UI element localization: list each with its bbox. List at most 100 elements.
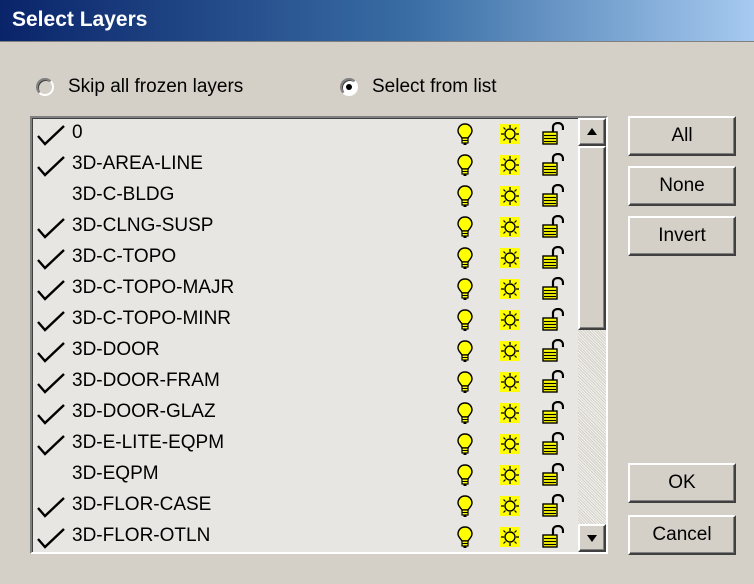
cancel-button[interactable]: Cancel <box>628 515 736 555</box>
light-bulb-icon[interactable] <box>456 184 474 208</box>
layer-row[interactable]: 3D-DOOR-FRAM <box>32 366 576 397</box>
skip-frozen-radio-option[interactable]: Skip all frozen layers <box>36 72 243 102</box>
checkmark-icon <box>36 496 66 518</box>
layer-row[interactable]: 3D-FLOR-OTLN <box>32 521 576 552</box>
layer-name: 3D-EQPM <box>72 463 159 484</box>
checkmark-icon <box>36 341 66 363</box>
layer-name: 0 <box>72 122 83 143</box>
all-button[interactable]: All <box>628 116 736 156</box>
scroll-down-button[interactable] <box>578 524 606 552</box>
freeze-sun-icon[interactable] <box>500 434 520 454</box>
layer-row[interactable]: 3D-EQPM <box>32 459 576 490</box>
light-bulb-icon[interactable] <box>456 494 474 518</box>
layer-row[interactable]: 3D-AREA-LINE <box>32 149 576 180</box>
scroll-thumb[interactable] <box>578 146 606 330</box>
freeze-sun-icon[interactable] <box>500 341 520 361</box>
light-bulb-icon[interactable] <box>456 432 474 456</box>
freeze-sun-icon[interactable] <box>500 217 520 237</box>
radio-selected-dot <box>346 84 352 90</box>
layer-name: 3D-C-TOPO-MAJR <box>72 277 235 298</box>
freeze-sun-icon[interactable] <box>500 279 520 299</box>
layer-row[interactable]: 3D-C-TOPO-MINR <box>32 304 576 335</box>
layer-row[interactable]: 3D-CLNG-SUSP <box>32 211 576 242</box>
layer-row[interactable]: 3D-FLOR-CASE <box>32 490 576 521</box>
layer-list[interactable]: 0 3D-AREA-LINE 3D-C-BLDG 3D-CLNG-SUSP 3D-C-T… <box>30 116 608 554</box>
freeze-sun-icon[interactable] <box>500 155 520 175</box>
light-bulb-icon[interactable] <box>456 525 474 549</box>
checkmark-icon <box>36 248 66 270</box>
layer-row[interactable]: 3D-E-LITE-EQPM <box>32 428 576 459</box>
skip-frozen-label: Skip all frozen layers <box>68 76 244 97</box>
light-bulb-icon[interactable] <box>456 463 474 487</box>
checkmark-icon <box>36 217 66 239</box>
vertical-scrollbar[interactable] <box>578 118 606 552</box>
unlocked-padlock-icon[interactable] <box>542 307 565 332</box>
freeze-sun-icon[interactable] <box>500 372 520 392</box>
arrow-down-icon <box>587 535 597 542</box>
checkmark-icon <box>36 403 66 425</box>
title-bar[interactable]: Select Layers <box>0 0 754 42</box>
unlocked-padlock-icon[interactable] <box>542 431 565 456</box>
freeze-sun-icon[interactable] <box>500 465 520 485</box>
light-bulb-icon[interactable] <box>456 277 474 301</box>
select-layers-dialog: Select Layers Skip all frozen layers Sel… <box>0 0 754 584</box>
layer-rows: 0 3D-AREA-LINE 3D-C-BLDG 3D-CLNG-SUSP 3D-C-T… <box>32 118 576 552</box>
layer-row[interactable]: 3D-DOOR-GLAZ <box>32 397 576 428</box>
unlocked-padlock-icon[interactable] <box>542 338 565 363</box>
light-bulb-icon[interactable] <box>456 215 474 239</box>
layer-name: 3D-C-TOPO <box>72 246 177 267</box>
unlocked-padlock-icon[interactable] <box>542 183 565 208</box>
layer-name: 3D-DOOR-FRAM <box>72 370 220 391</box>
unlocked-padlock-icon[interactable] <box>542 369 565 394</box>
freeze-sun-icon[interactable] <box>500 496 520 516</box>
unlocked-padlock-icon[interactable] <box>542 524 565 549</box>
light-bulb-icon[interactable] <box>456 370 474 394</box>
light-bulb-icon[interactable] <box>456 246 474 270</box>
light-bulb-icon[interactable] <box>456 401 474 425</box>
unlocked-padlock-icon[interactable] <box>542 462 565 487</box>
layer-name: 3D-DOOR-GLAZ <box>72 401 216 422</box>
layer-row[interactable]: 3D-DOOR <box>32 335 576 366</box>
layer-name: 3D-FLOR-OTLN <box>72 525 211 546</box>
unlocked-padlock-icon[interactable] <box>542 121 565 146</box>
invert-button[interactable]: Invert <box>628 216 736 256</box>
unlocked-padlock-icon[interactable] <box>542 245 565 270</box>
arrow-up-icon <box>587 128 597 135</box>
layer-name: 3D-FLOR-CASE <box>72 494 212 515</box>
layer-name: 3D-E-LITE-EQPM <box>72 432 225 453</box>
unlocked-padlock-icon[interactable] <box>542 214 565 239</box>
unlocked-padlock-icon[interactable] <box>542 493 565 518</box>
checkmark-icon <box>36 372 66 394</box>
select-from-list-radio[interactable] <box>340 78 358 96</box>
freeze-sun-icon[interactable] <box>500 124 520 144</box>
freeze-sun-icon[interactable] <box>500 527 520 547</box>
layer-row[interactable]: 3D-C-BLDG <box>32 180 576 211</box>
checkmark-icon <box>36 527 66 549</box>
layer-row[interactable]: 3D-C-TOPO <box>32 242 576 273</box>
ok-button[interactable]: OK <box>628 463 736 503</box>
light-bulb-icon[interactable] <box>456 308 474 332</box>
freeze-sun-icon[interactable] <box>500 248 520 268</box>
layer-row[interactable]: 0 <box>32 118 576 149</box>
layer-name: 3D-DOOR <box>72 339 160 360</box>
select-from-list-radio-option[interactable]: Select from list <box>340 72 497 102</box>
freeze-sun-icon[interactable] <box>500 310 520 330</box>
freeze-sun-icon[interactable] <box>500 403 520 423</box>
none-button[interactable]: None <box>628 166 736 206</box>
light-bulb-icon[interactable] <box>456 339 474 363</box>
select-from-list-label: Select from list <box>372 76 497 97</box>
freeze-sun-icon[interactable] <box>500 186 520 206</box>
dialog-title: Select Layers <box>12 8 148 31</box>
checkmark-icon <box>36 279 66 301</box>
unlocked-padlock-icon[interactable] <box>542 276 565 301</box>
light-bulb-icon[interactable] <box>456 153 474 177</box>
layer-row[interactable]: 3D-C-TOPO-MAJR <box>32 273 576 304</box>
checkmark-icon <box>36 155 66 177</box>
skip-frozen-radio[interactable] <box>36 78 54 96</box>
checkmark-icon <box>36 124 66 146</box>
light-bulb-icon[interactable] <box>456 122 474 146</box>
unlocked-padlock-icon[interactable] <box>542 400 565 425</box>
scroll-up-button[interactable] <box>578 118 606 146</box>
checkmark-icon <box>36 434 66 456</box>
unlocked-padlock-icon[interactable] <box>542 152 565 177</box>
